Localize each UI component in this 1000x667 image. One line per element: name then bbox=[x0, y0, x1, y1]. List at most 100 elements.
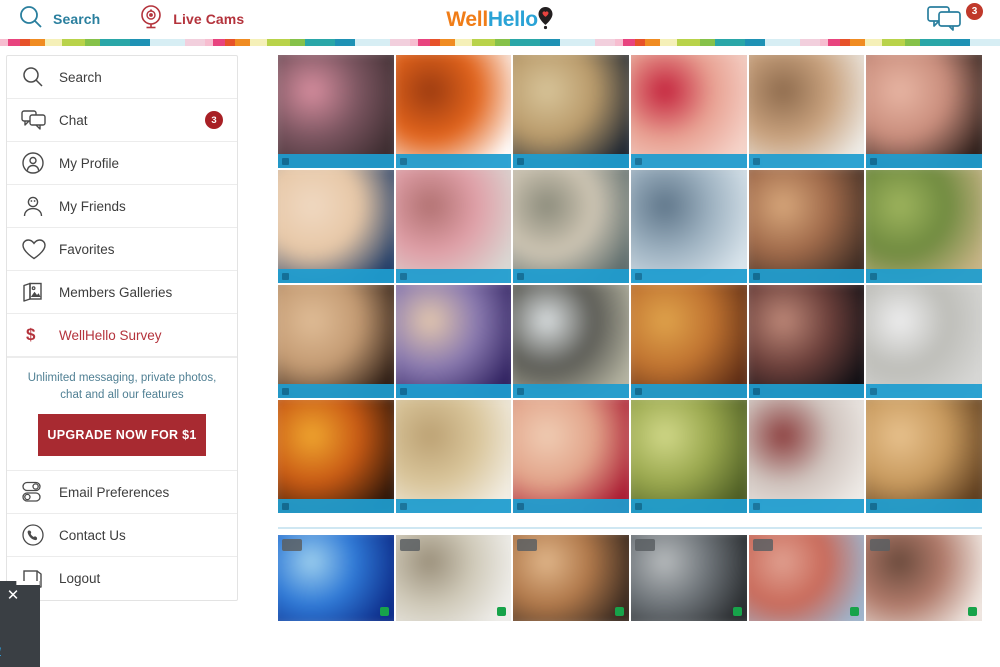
online-status-dot bbox=[967, 607, 977, 616]
site-logo[interactable]: WellHello bbox=[430, 6, 570, 36]
logo-text-hello: Hello bbox=[487, 8, 538, 31]
gallery-thumbnail[interactable] bbox=[395, 170, 512, 283]
sidebar-item-label: My Friends bbox=[59, 198, 126, 214]
thumbnail-caption-bar bbox=[630, 384, 747, 398]
gallery-thumbnail[interactable] bbox=[630, 170, 747, 283]
thumbnail-tag-badge bbox=[752, 539, 773, 551]
thumbnail-image bbox=[395, 55, 512, 168]
sidebar-item-label: Email Preferences bbox=[59, 484, 170, 500]
gallery-thumbnail[interactable] bbox=[748, 285, 865, 398]
search-icon bbox=[21, 65, 59, 89]
sidebar-item-logout[interactable]: Logout bbox=[7, 557, 237, 600]
chat-badge-count: 3 bbox=[965, 2, 984, 21]
thumbnail-caption-bar bbox=[630, 499, 747, 513]
thumbnail-caption-bar bbox=[630, 154, 747, 168]
top-header: Search Live Cams WellHello 3 bbox=[0, 0, 1000, 38]
thumbnail-caption-bar bbox=[748, 269, 865, 283]
thumbnail-image bbox=[395, 285, 512, 398]
rainbow-divider bbox=[0, 39, 1000, 46]
sidebar-item-favorites[interactable]: Favorites bbox=[7, 228, 237, 271]
thumbnail-tag-badge bbox=[399, 539, 420, 551]
sidebar-item-email-preferences[interactable]: Email Preferences bbox=[7, 471, 237, 515]
gallery-thumbnail[interactable] bbox=[278, 285, 394, 398]
thumbnail-caption-bar bbox=[278, 154, 394, 168]
online-status-dot bbox=[732, 607, 742, 616]
sidebar-item-label: Contact Us bbox=[59, 527, 126, 543]
gallery-thumbnail[interactable] bbox=[630, 400, 747, 513]
gallery-thumbnail[interactable] bbox=[513, 285, 629, 398]
thumbnail-image bbox=[748, 400, 865, 513]
gallery-thumbnail[interactable] bbox=[866, 400, 982, 513]
close-icon[interactable]: ✕ bbox=[4, 587, 22, 605]
gallery-thumbnail[interactable] bbox=[630, 55, 747, 168]
thumbnail-image bbox=[630, 55, 747, 168]
gallery-thumbnail[interactable] bbox=[395, 285, 512, 398]
online-status-dot bbox=[379, 607, 389, 616]
gallery-thumbnail[interactable] bbox=[513, 170, 629, 283]
gallery-thumbnail[interactable] bbox=[395, 55, 512, 168]
thumbnail-image bbox=[630, 400, 747, 513]
thumbnail-image bbox=[748, 55, 865, 168]
gallery-thumbnail[interactable] bbox=[866, 170, 982, 283]
thumbnail-caption-bar bbox=[395, 154, 512, 168]
sidebar-item-chat[interactable]: Chat 3 bbox=[7, 99, 237, 142]
live-cam-thumbnail[interactable] bbox=[748, 535, 865, 621]
popup-link[interactable]: now bbox=[0, 645, 1, 657]
upgrade-promo-text: Unlimited messaging, private photos, cha… bbox=[27, 372, 217, 401]
gallery-thumbnail[interactable] bbox=[513, 400, 629, 513]
thumbnail-caption-bar bbox=[513, 384, 629, 398]
thumbnail-image bbox=[278, 55, 394, 168]
thumbnail-caption-bar bbox=[866, 384, 982, 398]
gallery-thumbnail[interactable] bbox=[748, 55, 865, 168]
thumbnail-image bbox=[513, 285, 629, 398]
sidebar-item-contact-us[interactable]: Contact Us bbox=[7, 514, 237, 558]
dollar-icon: $ bbox=[26, 325, 36, 344]
live-cam-thumbnail[interactable] bbox=[513, 535, 629, 621]
header-chat-button[interactable]: 3 bbox=[926, 2, 984, 36]
gallery-thumbnail[interactable] bbox=[395, 400, 512, 513]
live-cam-thumbnail[interactable] bbox=[278, 535, 394, 621]
thumbnail-caption-bar bbox=[630, 269, 747, 283]
thumbnail-caption-bar bbox=[395, 384, 512, 398]
thumbnail-image bbox=[748, 285, 865, 398]
thumbnail-caption-bar bbox=[278, 384, 394, 398]
live-cam-thumbnail[interactable] bbox=[866, 535, 982, 621]
thumbnail-image bbox=[866, 170, 982, 283]
gallery-thumbnail[interactable] bbox=[866, 55, 982, 168]
thumbnail-caption-bar bbox=[866, 269, 982, 283]
upgrade-promo: Unlimited messaging, private photos, cha… bbox=[7, 357, 237, 472]
thumbnail-image bbox=[513, 55, 629, 168]
header-left-actions: Search Live Cams bbox=[10, 2, 252, 36]
live-cam-thumbnail[interactable] bbox=[395, 535, 512, 621]
sidebar-item-wellhello-survey[interactable]: $ WellHello Survey bbox=[7, 314, 237, 357]
thumbnail-image bbox=[866, 285, 982, 398]
gallery-thumbnail[interactable] bbox=[513, 55, 629, 168]
gallery-thumbnail[interactable] bbox=[748, 400, 865, 513]
sidebar-chat-badge: 3 bbox=[205, 111, 223, 129]
sidebar-item-my-profile[interactable]: My Profile bbox=[7, 142, 237, 185]
thumbnail-caption-bar bbox=[748, 154, 865, 168]
thumbnail-image bbox=[630, 285, 747, 398]
sidebar-item-members-galleries[interactable]: Members Galleries bbox=[7, 271, 237, 314]
header-search-button[interactable]: Search bbox=[10, 2, 108, 36]
sidebar-item-label: WellHello Survey bbox=[59, 327, 162, 343]
upgrade-now-button[interactable]: UPGRADE NOW FOR $1 bbox=[38, 414, 206, 457]
gallery-thumbnail[interactable] bbox=[278, 400, 394, 513]
logo-text-well: Well bbox=[446, 8, 488, 31]
gallery-thumbnail[interactable] bbox=[278, 55, 394, 168]
app-root: Search Live Cams WellHello 3 Search Chat… bbox=[0, 0, 1000, 667]
thumbnail-tag-badge bbox=[634, 539, 655, 551]
toggle-switches-icon bbox=[21, 480, 59, 504]
thumbnail-caption-bar bbox=[513, 154, 629, 168]
gallery-thumbnail[interactable] bbox=[630, 285, 747, 398]
live-cam-thumbnail[interactable] bbox=[630, 535, 747, 621]
header-livecams-button[interactable]: Live Cams bbox=[130, 2, 252, 36]
sidebar-item-my-friends[interactable]: My Friends bbox=[7, 185, 237, 228]
map-pin-heart-icon bbox=[537, 6, 554, 36]
gallery-thumbnail[interactable] bbox=[866, 285, 982, 398]
gallery-thumbnail[interactable] bbox=[278, 170, 394, 283]
online-status-dot bbox=[497, 607, 507, 616]
gallery-thumbnail[interactable] bbox=[748, 170, 865, 283]
thumbnail-image bbox=[278, 285, 394, 398]
sidebar-item-search[interactable]: Search bbox=[7, 56, 237, 99]
